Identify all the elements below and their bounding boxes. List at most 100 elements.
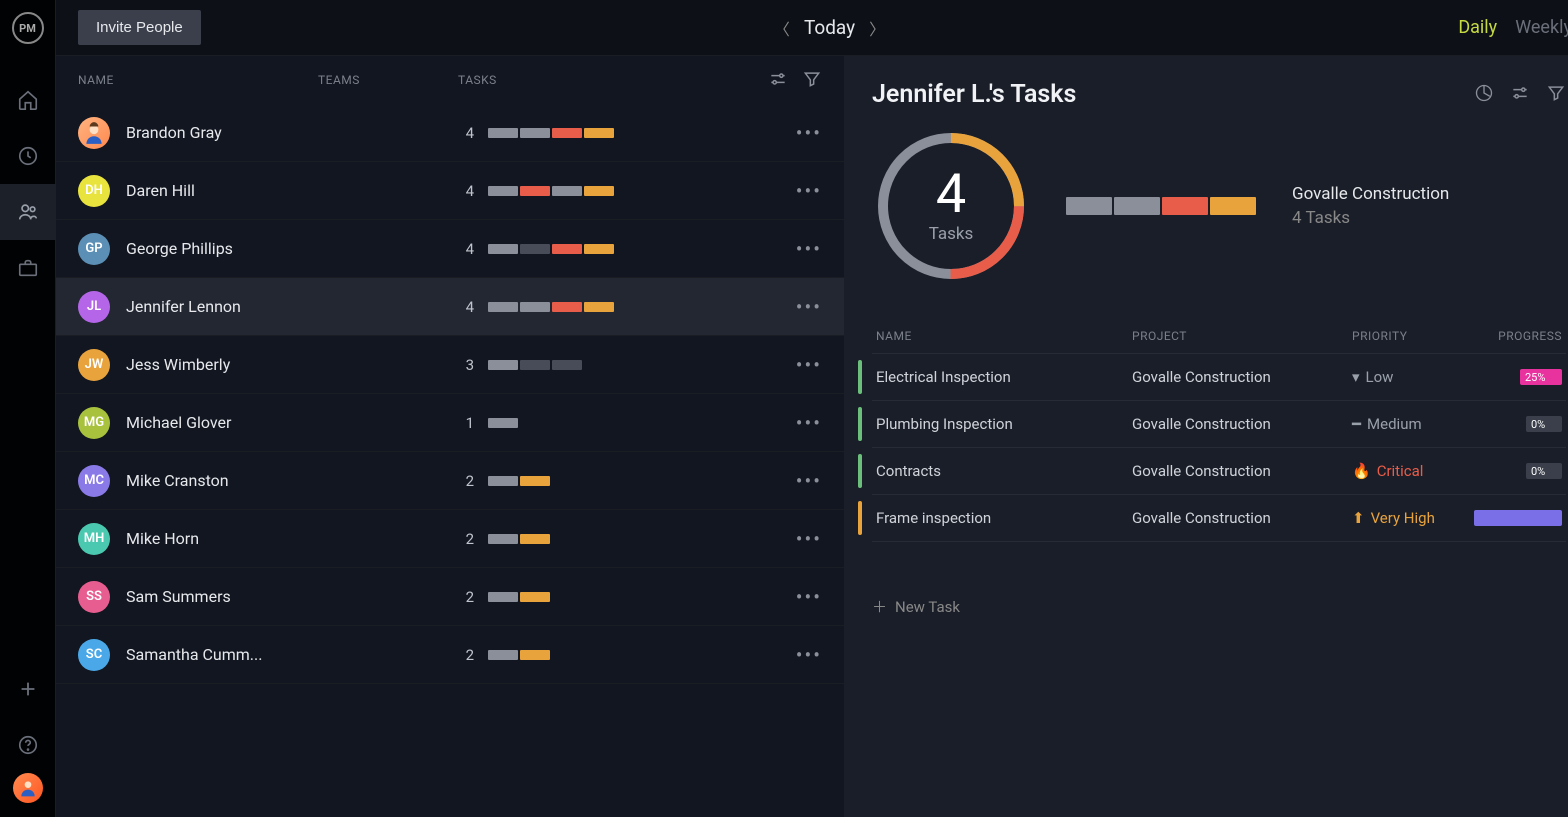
person-row[interactable]: MCMike Cranston2••• <box>56 452 844 510</box>
task-bars <box>488 418 518 428</box>
date-next-icon[interactable]: 〉 <box>869 16 885 40</box>
task-count: 4 <box>458 124 474 142</box>
summary-project: Govalle Construction <box>1292 184 1449 204</box>
task-name: Plumbing Inspection <box>876 415 1132 433</box>
task-row[interactable]: ContractsGovalle Construction🔥Critical0% <box>872 448 1566 495</box>
task-project: Govalle Construction <box>1132 368 1352 386</box>
task-priority: ▾Low <box>1352 368 1474 386</box>
person-row[interactable]: SSSam Summers2••• <box>56 568 844 626</box>
col-name: NAME <box>78 73 318 87</box>
person-row[interactable]: JWJess Wimberly3••• <box>56 336 844 394</box>
tcol-progress: PROGRESS <box>1474 329 1562 343</box>
row-more-icon[interactable]: ••• <box>796 179 822 203</box>
avatar: JL <box>78 291 110 323</box>
person-name: George Phillips <box>126 239 318 258</box>
task-row[interactable]: Electrical InspectionGovalle Constructio… <box>872 354 1566 401</box>
task-list: Electrical InspectionGovalle Constructio… <box>872 354 1566 542</box>
person-row[interactable]: JLJennifer Lennon4••• <box>56 278 844 336</box>
task-progress <box>1474 510 1562 526</box>
nav-add-icon[interactable] <box>0 661 56 717</box>
task-count: 2 <box>458 472 474 490</box>
people-header: NAME TEAMS TASKS <box>56 56 844 104</box>
invite-people-button[interactable]: Invite People <box>78 10 201 45</box>
col-tasks: TASKS <box>458 73 688 87</box>
task-progress: 0% <box>1474 463 1562 479</box>
row-more-icon[interactable]: ••• <box>796 295 822 319</box>
new-task-button[interactable]: ＋ New Task <box>872 596 1566 617</box>
detail-panel: Jennifer L.'s Tasks <box>844 56 1568 817</box>
tcol-name: NAME <box>876 329 1132 343</box>
avatar: GP <box>78 233 110 265</box>
avatar: SC <box>78 639 110 671</box>
person-row[interactable]: MHMike Horn2••• <box>56 510 844 568</box>
tcol-priority: PRIORITY <box>1352 329 1474 343</box>
chart-pie-icon[interactable] <box>1474 83 1494 107</box>
row-more-icon[interactable]: ••• <box>796 585 822 609</box>
task-count: 1 <box>458 414 474 432</box>
row-more-icon[interactable]: ••• <box>796 643 822 667</box>
user-avatar[interactable] <box>13 773 43 803</box>
tasks-donut: 4 Tasks <box>872 127 1030 285</box>
avatar <box>78 117 110 149</box>
person-name: Michael Glover <box>126 413 318 432</box>
person-name: Samantha Cumm... <box>126 645 318 664</box>
row-more-icon[interactable]: ••• <box>796 353 822 377</box>
tasks-cell: 2 <box>458 530 738 548</box>
task-count: 4 <box>458 182 474 200</box>
avatar: MH <box>78 523 110 555</box>
task-row[interactable]: Frame inspectionGovalle Construction⬆Ver… <box>872 495 1566 542</box>
row-more-icon[interactable]: ••• <box>796 237 822 261</box>
task-priority: ━Medium <box>1352 415 1474 433</box>
task-progress: 0% <box>1474 416 1562 432</box>
tasks-cell: 1 <box>458 414 738 432</box>
nav-home-icon[interactable] <box>0 72 56 128</box>
row-more-icon[interactable]: ••• <box>796 469 822 493</box>
person-row[interactable]: GPGeorge Phillips4••• <box>56 220 844 278</box>
task-count: 2 <box>458 646 474 664</box>
tasks-cell: 4 <box>458 182 738 200</box>
nav-people-icon[interactable] <box>0 184 56 240</box>
task-count: 2 <box>458 588 474 606</box>
person-row[interactable]: Brandon Gray4••• <box>56 104 844 162</box>
task-name: Frame inspection <box>876 509 1132 527</box>
view-toggle: Daily Weekly <box>1458 17 1568 38</box>
person-name: Jess Wimberly <box>126 355 318 374</box>
task-row[interactable]: Plumbing InspectionGovalle Construction━… <box>872 401 1566 448</box>
new-task-label: New Task <box>895 598 960 616</box>
task-table-header: NAME PROJECT PRIORITY PROGRESS <box>872 319 1566 354</box>
date-prev-icon[interactable]: 〈 <box>774 16 790 40</box>
task-bars <box>488 244 614 254</box>
settings-sliders-icon[interactable] <box>768 69 788 92</box>
task-project: Govalle Construction <box>1132 462 1352 480</box>
summary: 4 Tasks Govalle Construction 4 Tasks <box>872 127 1566 285</box>
person-row[interactable]: SC Samantha Cumm... 2 ••• <box>56 626 844 684</box>
priority-icon: ▾ <box>1352 368 1360 386</box>
detail-title: Jennifer L.'s Tasks <box>872 80 1474 109</box>
task-count: 2 <box>458 530 474 548</box>
donut-count: 4 <box>936 168 966 222</box>
nav-briefcase-icon[interactable] <box>0 240 56 296</box>
priority-icon: ━ <box>1352 415 1361 433</box>
task-bars <box>488 128 614 138</box>
filter-icon[interactable] <box>1546 83 1566 107</box>
settings-sliders-icon[interactable] <box>1510 83 1530 107</box>
person-row[interactable]: MGMichael Glover1••• <box>56 394 844 452</box>
tcol-project: PROJECT <box>1132 329 1352 343</box>
row-more-icon[interactable]: ••• <box>796 411 822 435</box>
task-count: 4 <box>458 298 474 316</box>
row-more-icon[interactable]: ••• <box>796 121 822 145</box>
content: NAME TEAMS TASKS Brandon Gray4•••DHDaren… <box>56 56 1568 817</box>
nav-clock-icon[interactable] <box>0 128 56 184</box>
view-weekly[interactable]: Weekly <box>1515 17 1568 38</box>
person-row[interactable]: DHDaren Hill4••• <box>56 162 844 220</box>
people-list: Brandon Gray4•••DHDaren Hill4•••GPGeorge… <box>56 104 844 684</box>
task-bars <box>488 186 614 196</box>
row-more-icon[interactable]: ••• <box>796 527 822 551</box>
task-count: 3 <box>458 356 474 374</box>
avatar: MC <box>78 465 110 497</box>
nav-help-icon[interactable] <box>0 717 56 773</box>
filter-icon[interactable] <box>802 69 822 92</box>
view-daily[interactable]: Daily <box>1458 17 1497 38</box>
plus-icon: ＋ <box>872 596 887 617</box>
app-logo[interactable]: PM <box>12 12 44 44</box>
